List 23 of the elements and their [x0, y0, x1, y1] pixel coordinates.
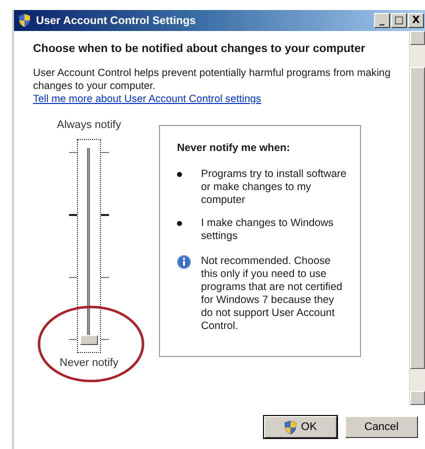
- minimize-button[interactable]: _: [374, 13, 390, 28]
- scrollbar[interactable]: [409, 31, 425, 405]
- slider-thumb[interactable]: [80, 335, 98, 345]
- panel-title: Never notify me when:: [177, 142, 292, 155]
- slider[interactable]: [69, 139, 109, 353]
- slider-label: Never notify: [60, 357, 118, 369]
- window-title: User Account Control Settings: [36, 14, 197, 26]
- bullet-text: Programs try to install software or make changes to my computer: [201, 168, 348, 207]
- shield-icon: [284, 420, 298, 434]
- dialog-button[interactable]: OK: [264, 416, 337, 438]
- bullet-icon: [177, 221, 182, 226]
- maximize-button[interactable]: □: [391, 13, 407, 28]
- shield-icon: [18, 13, 31, 28]
- info-icon: [177, 255, 191, 269]
- close-button[interactable]: X: [408, 13, 424, 28]
- help-link[interactable]: Tell me more about User Account Control settings: [33, 93, 262, 106]
- dialog-button[interactable]: Cancel: [345, 416, 418, 438]
- slider-label: Always notify: [56, 119, 122, 131]
- description: User Account Control helps prevent potentially harmful programs from making changes to your computer.: [33, 67, 392, 93]
- bullet-icon: [177, 172, 182, 177]
- note-text: Not recommended. Choose this only if you need to use programs that are not certified for Windows 7 because they do not support User Account Control.: [201, 255, 344, 333]
- bullet-text: I make changes to Windows settings: [201, 217, 334, 243]
- heading: Choose when to be notified about changes to your computer: [33, 43, 366, 55]
